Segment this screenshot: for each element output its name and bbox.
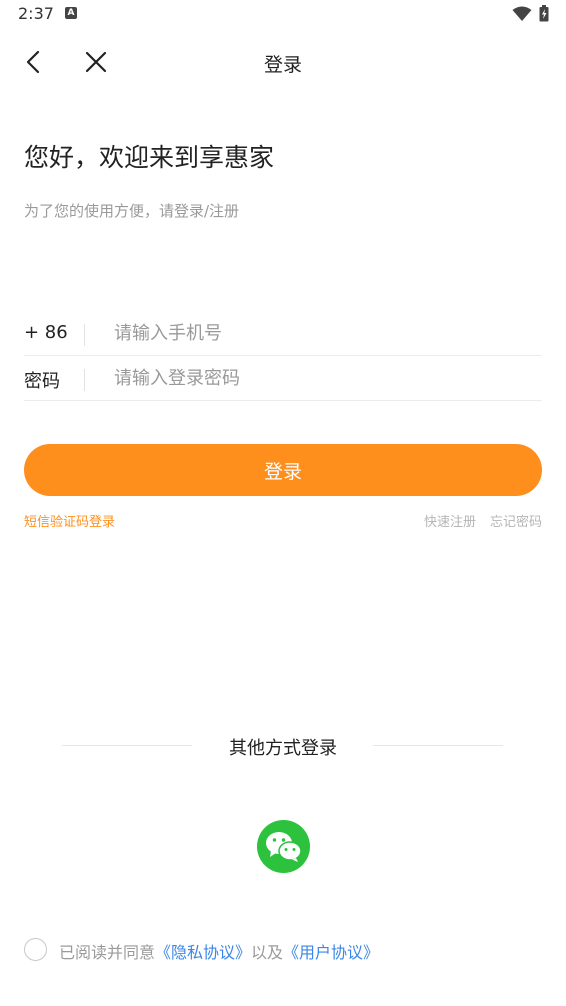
field-divider <box>84 369 85 391</box>
greeting-heading: 您好，欢迎来到享惠家 <box>24 143 275 172</box>
agreement-row: 已阅读并同意《隐私协议》以及《用户协议》 <box>24 937 544 963</box>
user-agreement-link[interactable]: 《用户协议》 <box>283 943 379 962</box>
page-title: 登录 <box>263 54 302 76</box>
privacy-policy-link[interactable]: 《隐私协议》 <box>155 943 251 962</box>
phone-input[interactable] <box>114 316 534 350</box>
sms-login-link[interactable]: 短信验证码登录 <box>24 511 115 530</box>
other-login-title: 其他方式登录 <box>229 738 337 759</box>
wechat-icon <box>266 832 302 862</box>
top-bar: 登录 <box>0 38 566 86</box>
divider-right <box>373 745 503 746</box>
phone-field-row: + 86 <box>24 312 542 356</box>
password-input[interactable] <box>114 361 534 395</box>
notification-icon: A <box>65 7 77 19</box>
agreement-text: 已阅读并同意《隐私协议》以及《用户协议》 <box>59 939 379 963</box>
login-button[interactable]: 登录 <box>24 444 542 496</box>
field-divider <box>84 324 85 346</box>
agreement-prefix: 已阅读并同意 <box>59 943 156 962</box>
forgot-password-link[interactable]: 忘记密码 <box>490 511 542 530</box>
status-time: 2:37 <box>18 4 54 23</box>
password-label: 密码 <box>24 371 60 392</box>
agreement-checkbox[interactable] <box>24 938 47 961</box>
wifi-icon <box>512 6 532 21</box>
login-screen: 2:37 A 登录 您好，欢迎来到享惠家 为了您的使用方便，请登录/注册 + 8… <box>0 0 566 1006</box>
wechat-login-button[interactable] <box>257 820 310 873</box>
password-field-row: 密码 <box>24 357 542 401</box>
greeting-subtitle: 为了您的使用方便，请登录/注册 <box>24 202 240 220</box>
battery-icon <box>539 5 549 22</box>
country-code[interactable]: + 86 <box>24 322 68 343</box>
agreement-middle: 以及 <box>251 943 284 962</box>
status-bar: 2:37 A <box>0 0 566 28</box>
quick-register-link[interactable]: 快速注册 <box>424 511 476 530</box>
